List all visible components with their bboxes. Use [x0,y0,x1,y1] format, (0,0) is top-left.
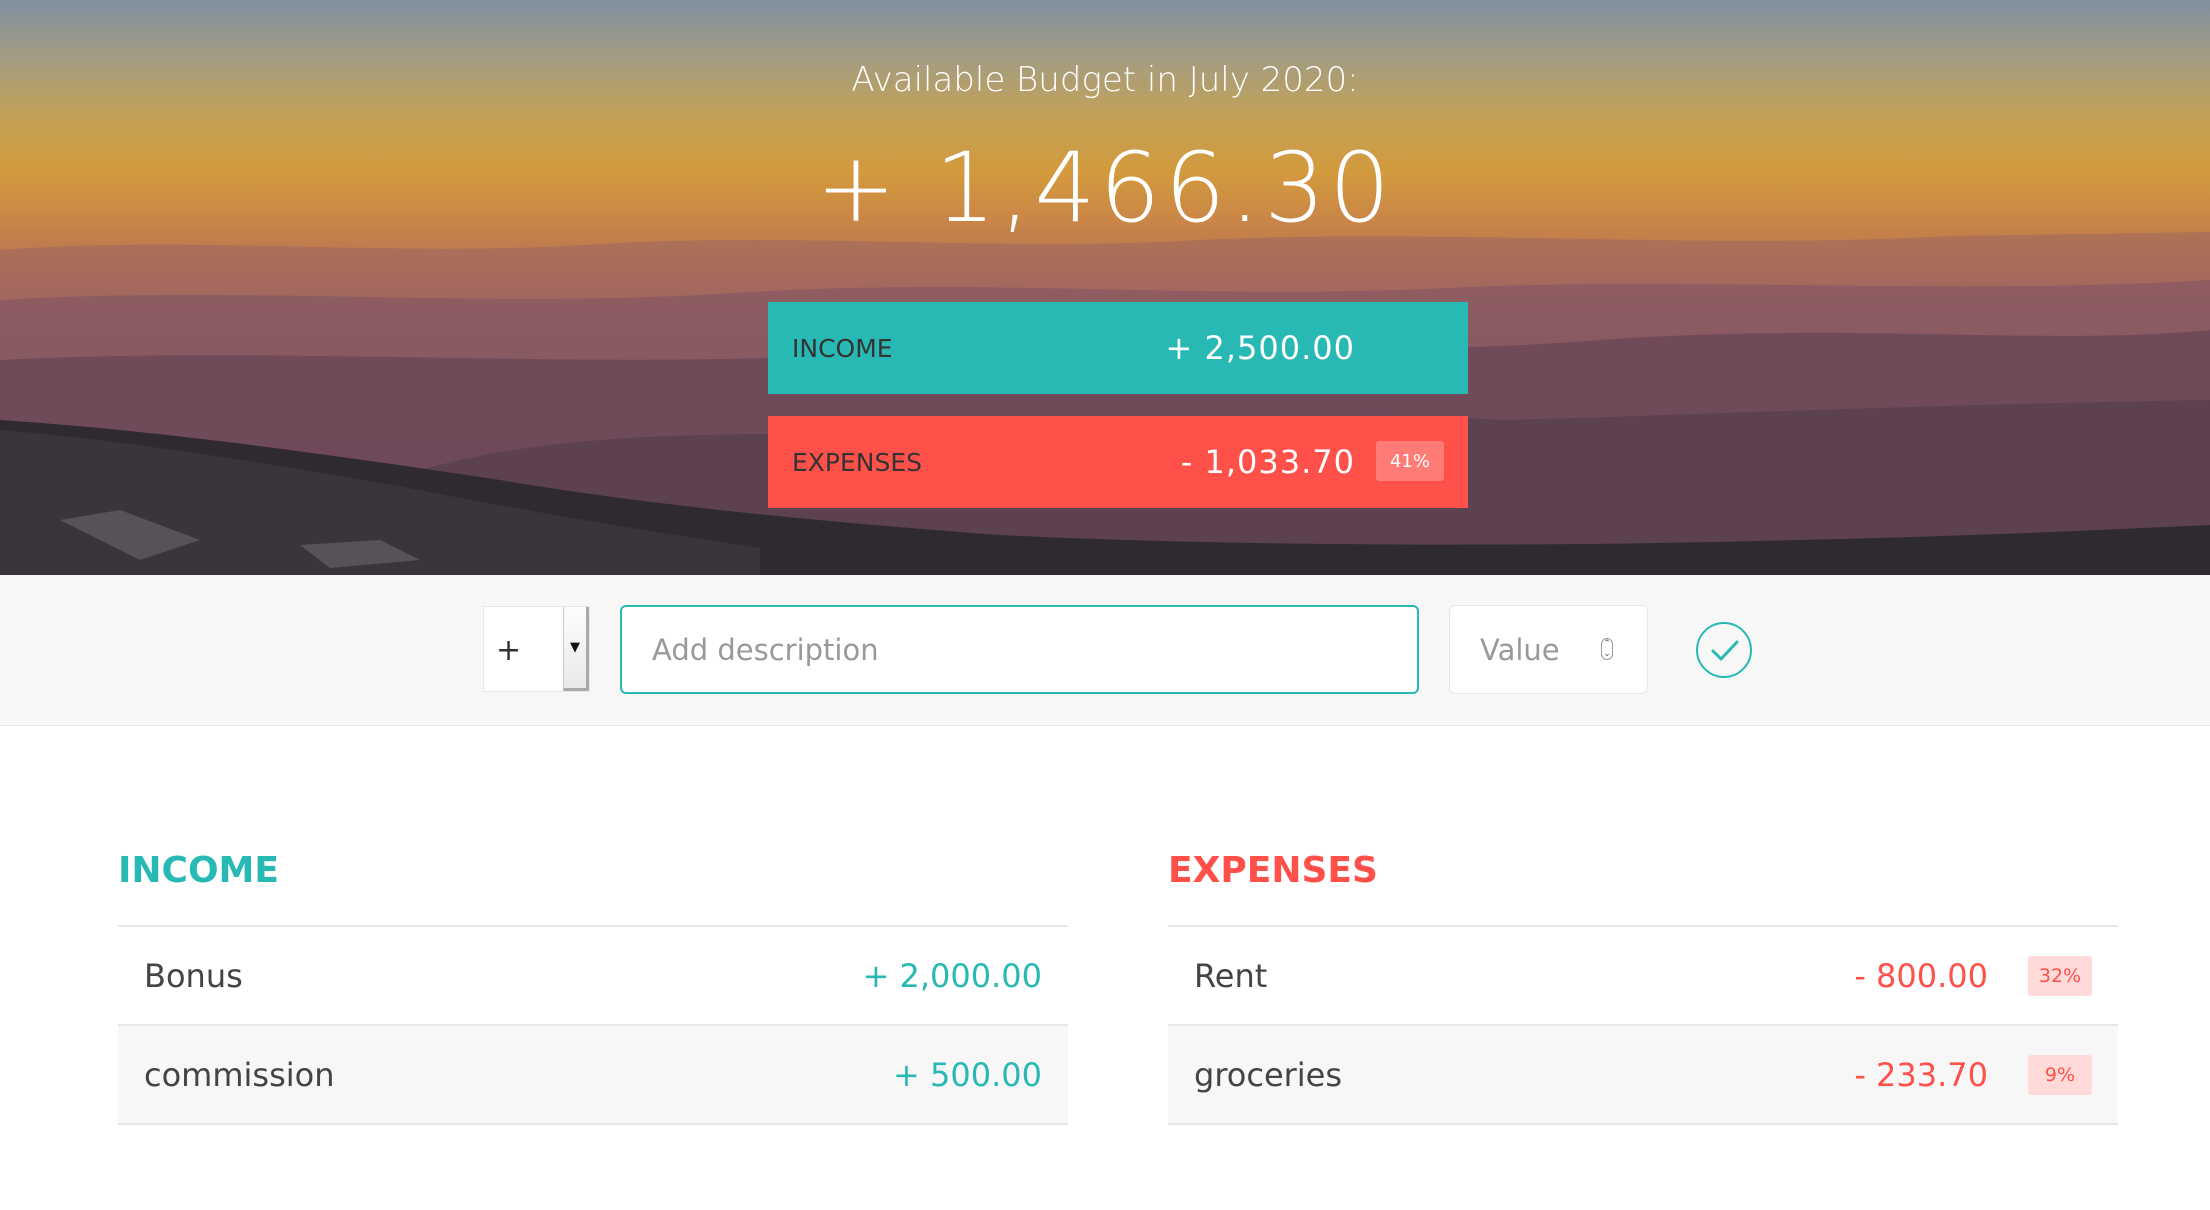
checkmark-icon [1711,640,1739,661]
expenses-list-title: EXPENSES [1168,850,1378,891]
add-entry-button[interactable] [1696,622,1752,678]
income-item-description: Bonus [144,956,243,995]
budget-header: Available Budget in July 2020: + 1,466.3… [0,0,2210,575]
expense-item: groceries - 233.70 9% [1168,1026,2118,1125]
dropdown-arrow-icon[interactable]: ▼ [563,607,589,691]
expenses-percentage-badge: 41% [1376,441,1444,481]
expense-item-value: - 800.00 [1854,956,1988,995]
expense-item-value: - 233.70 [1854,1055,1988,1094]
description-input[interactable] [620,605,1419,694]
income-item-description: commission [144,1055,335,1094]
income-list: INCOME Bonus + 2,000.00 commission + 500… [118,845,1068,1125]
value-input[interactable]: Value ⌃ ⌄ [1449,605,1648,694]
income-item-value: + 500.00 [893,1055,1042,1094]
income-list-title: INCOME [118,850,279,891]
number-spinner-icon[interactable]: ⌃ ⌄ [1601,638,1613,660]
expense-item-percentage-badge: 32% [2028,956,2092,996]
income-item: Bonus + 2,000.00 [118,927,1068,1026]
expenses-list: EXPENSES Rent - 800.00 32% groceries - 2… [1168,845,2118,1125]
expenses-summary-value: - 1,033.70 [1180,443,1355,481]
expense-item-description: groceries [1194,1055,1343,1094]
value-input-placeholder: Value [1480,633,1560,667]
expenses-rows: Rent - 800.00 32% groceries - 233.70 9% [1168,925,2118,1125]
budget-title: Available Budget in July 2020: [851,60,1359,100]
expense-item-description: Rent [1194,956,1268,995]
income-summary-label: INCOME [792,333,893,363]
expenses-summary-label: EXPENSES [792,447,923,477]
income-summary-value: + 2,500.00 [1165,329,1355,367]
type-select-value: + [496,633,522,668]
expense-item-percentage-badge: 9% [2028,1055,2092,1095]
income-item: commission + 500.00 [118,1026,1068,1125]
available-budget-value: + 1,466.30 [815,132,1395,244]
income-rows: Bonus + 2,000.00 commission + 500.00 [118,925,1068,1125]
expenses-summary: EXPENSES - 1,033.70 41% [768,416,1468,508]
type-select[interactable]: + ▼ [483,606,590,692]
add-entry-bar: + ▼ Value ⌃⌄ [0,575,2210,726]
income-summary: INCOME + 2,500.00 [768,302,1468,394]
income-item-value: + 2,000.00 [862,956,1042,995]
expense-item: Rent - 800.00 32% [1168,927,2118,1026]
